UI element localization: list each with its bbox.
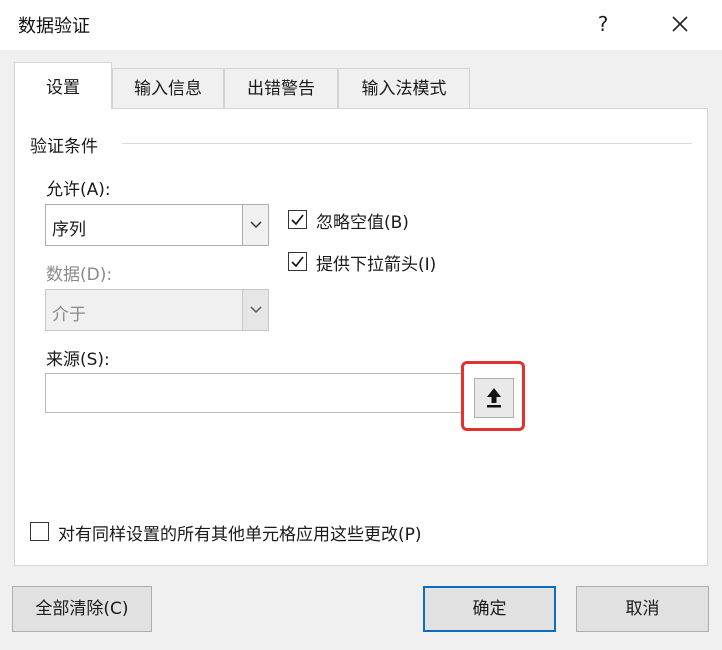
chevron-down-icon [250,306,262,314]
source-label: 来源(S): [46,350,110,370]
dropdown-arrow-label[interactable]: 提供下拉箭头(I) [316,250,436,275]
tab-settings[interactable]: 设置 [14,62,112,109]
checkmark-icon [291,256,304,268]
settings-panel [14,108,708,566]
upload-arrow-icon [487,388,501,408]
checkmark-icon [291,214,304,226]
ignore-blank-label[interactable]: 忽略空值(B) [316,208,409,233]
tab-ime-mode[interactable]: 输入法模式 [338,68,470,108]
data-dropdown-button [242,290,268,330]
close-icon [672,16,688,32]
data-label: 数据(D): [46,265,113,285]
source-input[interactable] [45,373,463,413]
data-select-value: 介于 [52,305,86,325]
title-bar: 数据验证 ? [0,0,722,50]
chevron-down-icon [250,221,262,229]
tab-error-alert[interactable]: 出错警告 [224,68,338,108]
apply-all-label[interactable]: 对有同样设置的所有其他单元格应用这些更改(P) [58,520,422,545]
tab-input-message[interactable]: 输入信息 [112,68,224,108]
close-button[interactable] [662,6,698,42]
collapse-dialog-button[interactable] [474,378,514,418]
allow-select-value: 序列 [52,220,86,240]
validation-criteria-label: 验证条件 [30,137,98,157]
apply-all-checkbox[interactable] [30,522,49,541]
ignore-blank-checkbox[interactable] [288,210,307,229]
dropdown-arrow-checkbox[interactable] [288,252,307,271]
cancel-button[interactable]: 取消 [576,586,709,632]
help-button[interactable]: ? [588,6,618,42]
data-select: 介于 [45,289,269,331]
allow-select[interactable]: 序列 [45,204,269,246]
allow-dropdown-button[interactable] [242,205,268,245]
group-divider [122,143,692,144]
clear-all-button[interactable]: 全部清除(C) [12,586,152,632]
dialog-title: 数据验证 [18,16,90,37]
ok-button[interactable]: 确定 [423,586,556,632]
allow-label: 允许(A): [46,180,111,200]
